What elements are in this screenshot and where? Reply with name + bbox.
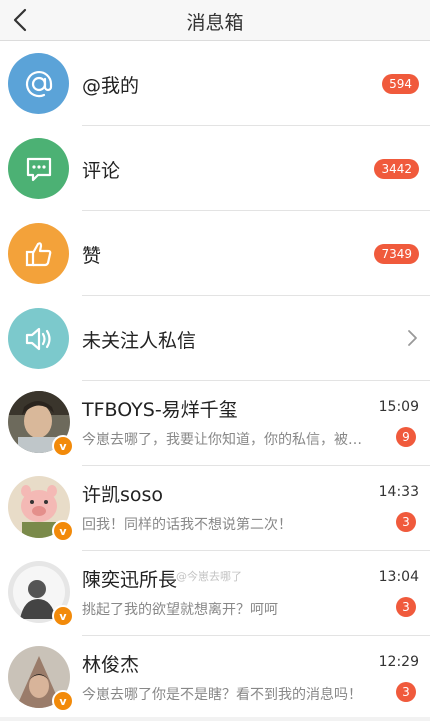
verified-badge: v bbox=[52, 520, 74, 542]
conversation-item[interactable]: v 林俊杰 12:29 今崽去哪了你是不是瞎？看不到我的消息吗！ 3 bbox=[0, 636, 430, 721]
count-badge: 594 bbox=[382, 74, 419, 94]
contact-name: 许凯soso bbox=[82, 484, 164, 506]
category-likes[interactable]: 赞 7349 bbox=[0, 211, 430, 296]
contact-name: 林俊杰 bbox=[82, 654, 140, 676]
count-badge: 7349 bbox=[374, 244, 419, 264]
contact-name: 陳奕迅所長 bbox=[82, 569, 178, 591]
contact-name: TFBOYS-易烊千玺 bbox=[82, 399, 238, 421]
message-time: 12:29 bbox=[378, 654, 419, 670]
unread-badge: 3 bbox=[396, 597, 416, 617]
page-title: 消息箱 bbox=[186, 12, 244, 34]
category-stranger-messages[interactable]: 未关注人私信 bbox=[0, 296, 430, 381]
category-mentions[interactable]: @我的 594 bbox=[0, 41, 430, 126]
message-time: 14:33 bbox=[378, 484, 419, 500]
category-label: 未关注人私信 bbox=[82, 330, 197, 352]
watermark: @今崽去哪了 bbox=[176, 570, 242, 583]
speaker-icon bbox=[8, 308, 69, 369]
verified-badge: v bbox=[52, 605, 74, 627]
comment-icon bbox=[8, 138, 69, 199]
message-preview: 挑起了我的欲望就想离开？呵呵 bbox=[82, 602, 278, 618]
verified-badge: v bbox=[52, 435, 74, 457]
conversation-item[interactable]: v 许凯soso 14:33 回我！同样的话我不想说第二次！ 3 bbox=[0, 466, 430, 551]
thumbs-up-icon bbox=[8, 223, 69, 284]
message-preview: 今崽去哪了，我要让你知道，你的私信，被… bbox=[82, 432, 362, 448]
header-bar: 消息箱 bbox=[0, 0, 430, 41]
message-list: @我的 594 评论 3442 赞 7349 未关注人私信 v TFBOYS-易… bbox=[0, 41, 430, 717]
unread-badge: 3 bbox=[396, 682, 416, 702]
message-preview: 回我！同样的话我不想说第二次！ bbox=[82, 517, 292, 533]
message-time: 15:09 bbox=[378, 399, 419, 415]
unread-badge: 9 bbox=[396, 427, 416, 447]
unread-badge: 3 bbox=[396, 512, 416, 532]
verified-badge: v bbox=[52, 690, 74, 712]
category-label: 赞 bbox=[82, 245, 102, 267]
count-badge: 3442 bbox=[374, 159, 419, 179]
conversation-item[interactable]: v 陳奕迅所長 13:04 挑起了我的欲望就想离开？呵呵 3 bbox=[0, 551, 430, 636]
conversation-item[interactable]: v TFBOYS-易烊千玺 15:09 今崽去哪了，我要让你知道，你的私信，被…… bbox=[0, 381, 430, 466]
message-preview: 今崽去哪了你是不是瞎？看不到我的消息吗！ bbox=[82, 687, 362, 703]
category-comments[interactable]: 评论 3442 bbox=[0, 126, 430, 211]
category-label: 评论 bbox=[82, 160, 121, 182]
message-time: 13:04 bbox=[378, 569, 419, 585]
chevron-right-icon bbox=[408, 330, 417, 346]
category-label: @我的 bbox=[82, 75, 140, 97]
at-icon bbox=[8, 53, 69, 114]
